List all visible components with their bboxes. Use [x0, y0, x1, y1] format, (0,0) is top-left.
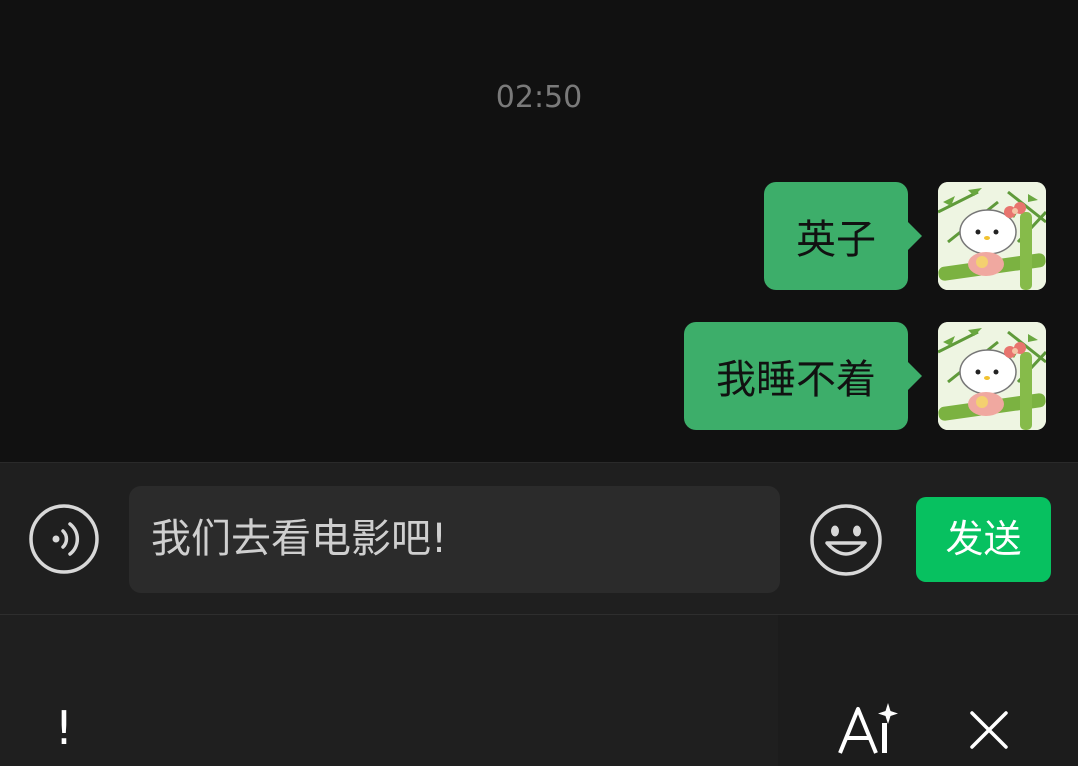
close-icon: [970, 711, 1008, 749]
hello-kitty-avatar-icon: [938, 322, 1046, 430]
message-row: 英子: [764, 182, 1046, 290]
send-button[interactable]: 发送: [916, 497, 1051, 582]
message-bubble[interactable]: 英子: [764, 182, 922, 290]
voice-button[interactable]: [28, 503, 100, 575]
ai-writing-button[interactable]: [836, 701, 902, 757]
avatar[interactable]: [938, 182, 1046, 290]
hello-kitty-avatar-icon: [938, 182, 1046, 290]
avatar[interactable]: [938, 322, 1046, 430]
chat-area: 02:50 英子 我睡不着: [0, 0, 1078, 462]
message-text: 我睡不着: [716, 357, 876, 403]
message-bubble[interactable]: 我睡不着: [684, 322, 922, 430]
emoji-icon: [810, 504, 882, 576]
message-row: 我睡不着: [684, 322, 1046, 430]
keyboard-toolbar: !: [0, 615, 1078, 766]
close-button[interactable]: [966, 707, 1012, 753]
message-input[interactable]: 我们去看电影吧!: [129, 486, 780, 593]
exclamation-key[interactable]: !: [44, 703, 84, 753]
ai-writing-icon: [838, 703, 898, 754]
voice-icon: [29, 504, 99, 574]
input-bar: 我们去看电影吧! 发送: [0, 462, 1078, 615]
emoji-button[interactable]: [809, 503, 883, 577]
message-text: 英子: [796, 217, 876, 263]
message-timestamp: 02:50: [495, 80, 583, 115]
